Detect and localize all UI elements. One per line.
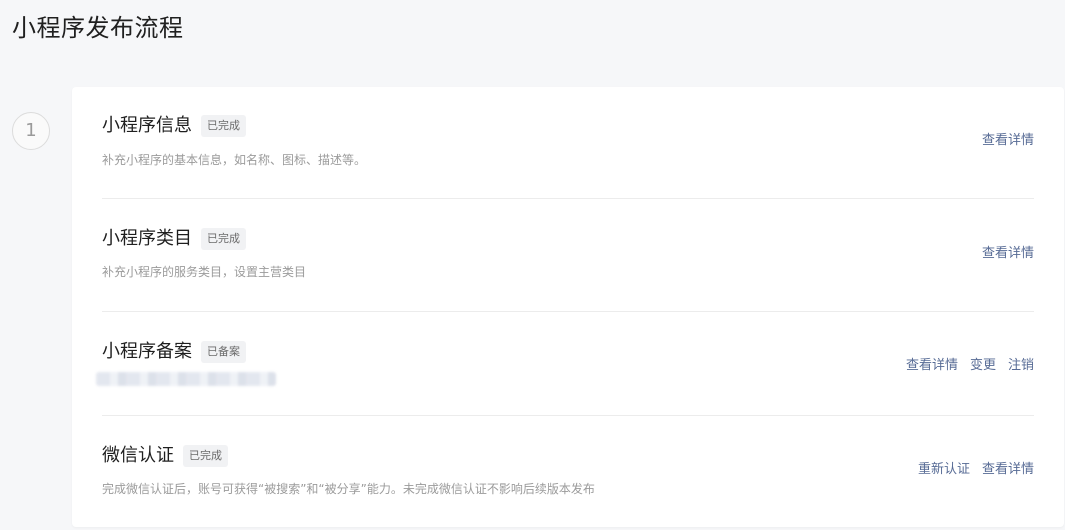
page-title: 小程序发布流程: [12, 14, 184, 42]
row-actions: 查看详情: [982, 245, 1034, 263]
row-actions: 查看详情 变更 注销: [906, 357, 1034, 375]
cancel-filing-link[interactable]: 注销: [1008, 357, 1034, 375]
step-number-circle: 1: [12, 112, 50, 150]
redacted-filing-number: [96, 372, 276, 386]
view-details-link[interactable]: 查看详情: [982, 132, 1034, 150]
row-mini-program-filing: 小程序备案 已备案 查看详情 变更 注销: [96, 311, 1034, 416]
reverify-link[interactable]: 重新认证: [918, 461, 970, 479]
row-mini-program-info: 小程序信息 已完成 补充小程序的基本信息，如名称、图标、描述等。 查看详情: [102, 87, 1034, 199]
row-title-line: 小程序信息 已完成: [102, 114, 246, 138]
row-actions: 查看详情: [982, 132, 1034, 150]
status-badge: 已完成: [201, 115, 246, 137]
row-title-line: 小程序类目 已完成: [102, 227, 246, 251]
status-badge: 已备案: [201, 341, 246, 363]
row-description: 补充小程序的基本信息，如名称、图标、描述等。: [102, 153, 367, 167]
status-badge: 已完成: [201, 228, 246, 250]
publish-steps-card: 小程序信息 已完成 补充小程序的基本信息，如名称、图标、描述等。 查看详情 小程…: [72, 87, 1064, 527]
row-description: 补充小程序的服务类目，设置主营类目: [102, 265, 307, 279]
row-actions: 重新认证 查看详情: [918, 461, 1034, 479]
row-title: 小程序备案: [102, 341, 192, 362]
view-details-link[interactable]: 查看详情: [906, 357, 958, 375]
view-details-link[interactable]: 查看详情: [982, 461, 1034, 479]
row-title: 小程序类目: [102, 228, 192, 249]
view-details-link[interactable]: 查看详情: [982, 245, 1034, 263]
row-title-line: 小程序备案 已备案: [102, 340, 246, 364]
row-title-line: 微信认证 已完成: [102, 444, 228, 468]
row-description: 完成微信认证后，账号可获得“被搜索”和“被分享”能力。未完成微信认证不影响后续版…: [102, 482, 595, 496]
row-wechat-verification: 微信认证 已完成 完成微信认证后，账号可获得“被搜索”和“被分享”能力。未完成微…: [102, 415, 1034, 527]
row-title: 微信认证: [102, 445, 174, 466]
status-badge: 已完成: [183, 445, 228, 467]
row-title: 小程序信息: [102, 115, 192, 136]
change-link[interactable]: 变更: [970, 357, 996, 375]
row-mini-program-category: 小程序类目 已完成 补充小程序的服务类目，设置主营类目 查看详情: [102, 198, 1034, 312]
